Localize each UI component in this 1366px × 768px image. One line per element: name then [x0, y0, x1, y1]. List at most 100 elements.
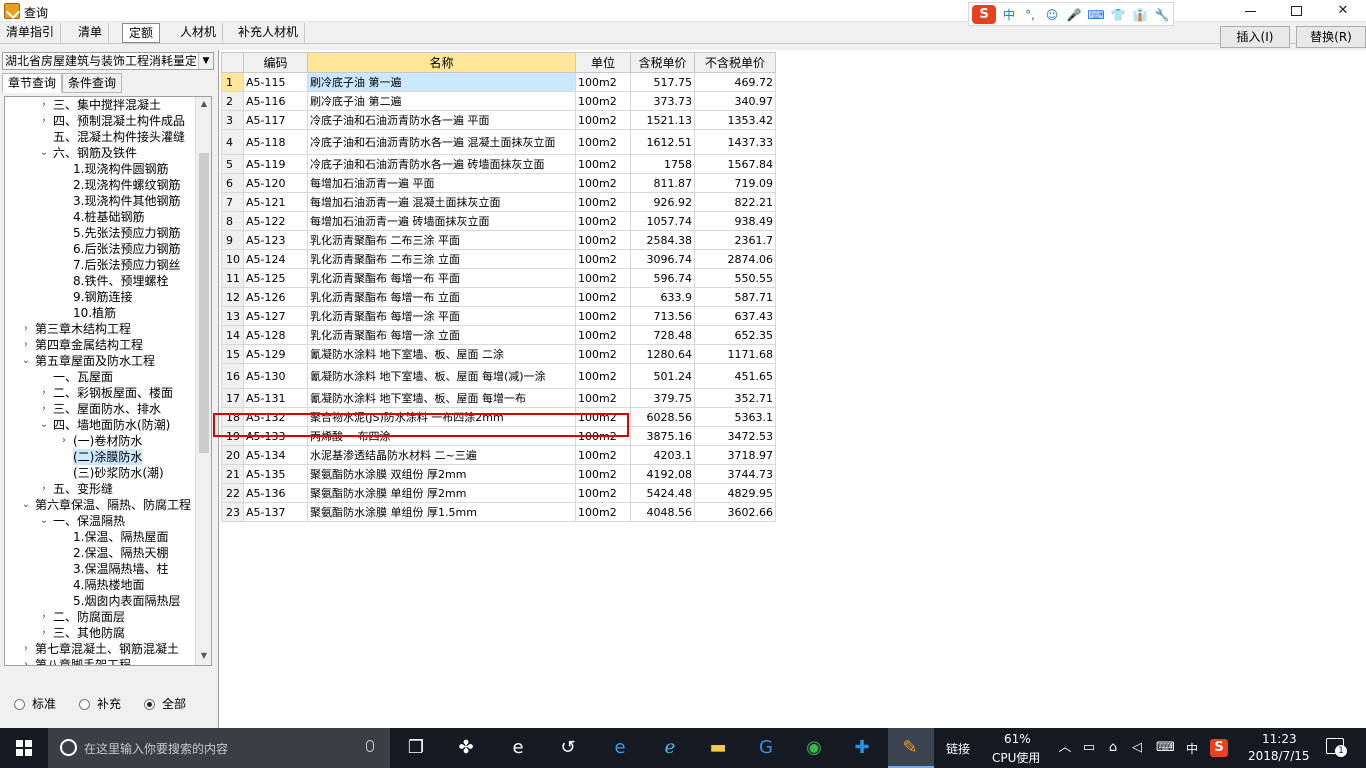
cell-quota-name[interactable]: 刷冷底子油 第一遍	[307, 72, 576, 92]
cell-price-with-tax[interactable]: 3875.16	[630, 426, 695, 446]
ime-skin-icon[interactable]: 👔	[1131, 6, 1149, 24]
cell-quota-code[interactable]: A5-122	[243, 211, 308, 231]
cell-row-number[interactable]: 4	[221, 129, 244, 155]
cell-quota-code[interactable]: A5-119	[243, 154, 308, 174]
cell-unit[interactable]: 100m2	[575, 268, 631, 288]
cell-unit[interactable]: 100m2	[575, 110, 631, 130]
cell-price-with-tax[interactable]: 1280.64	[630, 344, 695, 364]
ime-voice-icon[interactable]: 🎤	[1065, 6, 1083, 24]
cell-row-number[interactable]: 20	[221, 445, 244, 465]
insert-button[interactable]: 插入(I)	[1220, 26, 1290, 48]
cell-quota-code[interactable]: A5-128	[243, 325, 308, 345]
scroll-thumb[interactable]	[199, 153, 209, 453]
tree-node[interactable]: 5.烟囱内表面隔热层	[73, 593, 180, 609]
cell-quota-code[interactable]: A5-121	[243, 192, 308, 212]
cell-price-without-tax[interactable]: 3602.66	[694, 502, 776, 522]
tree-node[interactable]: 一、瓦屋面	[53, 369, 113, 385]
cell-price-with-tax[interactable]: 373.73	[630, 91, 695, 111]
cell-quota-name[interactable]: 乳化沥青聚酯布 每增一布 平面	[307, 268, 576, 288]
cell-row-number[interactable]: 12	[221, 287, 244, 307]
cell-row-number[interactable]: 5	[221, 154, 244, 174]
cell-row-number[interactable]: 15	[221, 344, 244, 364]
cell-price-with-tax[interactable]: 379.75	[630, 388, 695, 408]
table-row[interactable]: 7 A5-121 每增加石油沥青一遍 混凝土面抹灰立面 100m2 926.92 822.…	[221, 192, 776, 212]
microphone-icon[interactable]	[366, 740, 374, 752]
table-row[interactable]: 15 A5-129 氰凝防水涂料 地下室墙、板、屋面 二涂 100m2 1280.64 1…	[221, 344, 776, 364]
input-language[interactable]: 中	[1186, 740, 1198, 757]
cell-price-with-tax[interactable]: 4192.08	[630, 464, 695, 484]
close-button[interactable]: ✕	[1320, 0, 1366, 22]
cell-row-number[interactable]: 6	[221, 173, 244, 193]
cell-price-with-tax[interactable]: 501.24	[630, 363, 695, 389]
cell-price-with-tax[interactable]: 596.74	[630, 268, 695, 288]
ime-keyboard-icon[interactable]: ⌨	[1087, 6, 1105, 24]
cell-unit[interactable]: 100m2	[575, 72, 631, 92]
start-button[interactable]	[0, 728, 48, 768]
cell-price-without-tax[interactable]: 340.97	[694, 91, 776, 111]
ime-punctuation-icon[interactable]: °,	[1021, 6, 1039, 24]
file-explorer-icon[interactable]: ▬	[704, 734, 732, 762]
chevron-up-icon[interactable]: ︿	[1056, 739, 1074, 757]
cell-price-without-tax[interactable]: 1171.68	[694, 344, 776, 364]
cell-unit[interactable]: 100m2	[575, 483, 631, 503]
cell-unit[interactable]: 100m2	[575, 129, 631, 155]
cell-quota-code[interactable]: A5-125	[243, 268, 308, 288]
tree-node[interactable]: 6.后张法预应力钢筋	[73, 241, 180, 257]
tree-scrollbar[interactable]: ▲ ▼	[195, 97, 211, 665]
cell-price-without-tax[interactable]: 2361.7	[694, 230, 776, 250]
table-row[interactable]: 3 A5-117 冷底子油和石油沥青防水各一遍 平面 100m2 1521.13 1353…	[221, 110, 776, 130]
sogou-tray-icon[interactable]: S	[1210, 739, 1228, 757]
tree-node[interactable]: 第七章混凝土、钢筋混凝土	[35, 641, 179, 657]
column-header-code[interactable]: 编码	[243, 52, 308, 73]
cell-quota-name[interactable]: 氰凝防水涂料 地下室墙、板、屋面 每增一布	[307, 388, 576, 408]
tree-node[interactable]: 7.后张法预应力钢丝	[73, 257, 180, 273]
table-row[interactable]: 4 A5-118 冷底子油和石油沥青防水各一遍 混凝土面抹灰立面 100m2 1612.…	[221, 129, 776, 155]
tree-node[interactable]: 2.保温、隔热天棚	[73, 545, 168, 561]
expand-chevron-icon[interactable]: ›	[21, 657, 31, 665]
cell-price-with-tax[interactable]: 1758	[630, 154, 695, 174]
table-row[interactable]: 21 A5-135 聚氨酯防水涂膜 双组份 厚2mm 100m2 4192.08 3744…	[221, 464, 776, 484]
cell-price-without-tax[interactable]: 3472.53	[694, 426, 776, 446]
cell-quota-name[interactable]: 每增加石油沥青一遍 平面	[307, 173, 576, 193]
cell-row-number[interactable]: 7	[221, 192, 244, 212]
collapse-chevron-icon[interactable]: ⌄	[39, 513, 49, 529]
cell-quota-code[interactable]: A5-136	[243, 483, 308, 503]
tray-link-label[interactable]: 链接	[946, 740, 970, 757]
cell-quota-name[interactable]: 乳化沥青聚酯布 每增一布 立面	[307, 287, 576, 307]
cell-row-number[interactable]: 9	[221, 230, 244, 250]
table-row[interactable]: 8 A5-122 每增加石油沥青一遍 砖墙面抹灰立面 100m2 1057.74 938.…	[221, 211, 776, 231]
expand-chevron-icon[interactable]: ›	[39, 401, 49, 417]
taskbar-search-box[interactable]: 在这里输入你要搜索的内容	[48, 728, 390, 768]
collapse-chevron-icon[interactable]: ⌄	[21, 353, 31, 369]
cell-row-number[interactable]: 1	[221, 72, 244, 92]
table-row[interactable]: 16 A5-130 氰凝防水涂料 地下室墙、板、屋面 每增(减)一涂 100m2 501…	[221, 363, 776, 389]
cell-unit[interactable]: 100m2	[575, 325, 631, 345]
table-row[interactable]: 11 A5-125 乳化沥青聚酯布 每增一布 平面 100m2 596.74 550.55	[221, 268, 776, 288]
cell-price-with-tax[interactable]: 3096.74	[630, 249, 695, 269]
collapse-chevron-icon[interactable]: ⌄	[21, 497, 31, 513]
tree-node[interactable]: 4.桩基础钢筋	[73, 209, 144, 225]
cell-row-number[interactable]: 14	[221, 325, 244, 345]
tree-node[interactable]: 第八章脚手架工程	[35, 657, 131, 665]
tab-bill-guide[interactable]: 清单指引	[0, 23, 62, 43]
table-row[interactable]: 13 A5-127 乳化沥青聚酯布 每增一涂 平面 100m2 713.56 637.43	[221, 306, 776, 326]
column-header-unit[interactable]: 单位	[575, 52, 631, 73]
cell-quota-code[interactable]: A5-126	[243, 287, 308, 307]
cell-row-number[interactable]: 21	[221, 464, 244, 484]
tree-node[interactable]: 一、保温隔热	[53, 513, 125, 529]
cell-unit[interactable]: 100m2	[575, 91, 631, 111]
table-row[interactable]: 20 A5-134 水泥基渗透结晶防水材料 二~三遍 100m2 4203.1 3718.…	[221, 445, 776, 465]
ime-user-icon[interactable]: 👕	[1109, 6, 1127, 24]
tree-node[interactable]: 四、预制混凝土构件成品	[53, 113, 185, 129]
cell-price-without-tax[interactable]: 822.21	[694, 192, 776, 212]
cell-row-number[interactable]: 11	[221, 268, 244, 288]
cell-unit[interactable]: 100m2	[575, 249, 631, 269]
column-header-name[interactable]: 名称	[307, 52, 576, 73]
expand-chevron-icon[interactable]: ›	[21, 337, 31, 353]
tree-node[interactable]: 1.保温、隔热屋面	[73, 529, 168, 545]
tree-node[interactable]: 二、彩钢板屋面、楼面	[53, 385, 173, 401]
cell-quota-name[interactable]: 乳化沥青聚酯布 二布三涂 立面	[307, 249, 576, 269]
tree-node[interactable]: 2.现浇构件螺纹钢筋	[73, 177, 180, 193]
cell-quota-name[interactable]: 每增加石油沥青一遍 混凝土面抹灰立面	[307, 192, 576, 212]
table-row[interactable]: 14 A5-128 乳化沥青聚酯布 每增一涂 立面 100m2 728.48 652.35	[221, 325, 776, 345]
